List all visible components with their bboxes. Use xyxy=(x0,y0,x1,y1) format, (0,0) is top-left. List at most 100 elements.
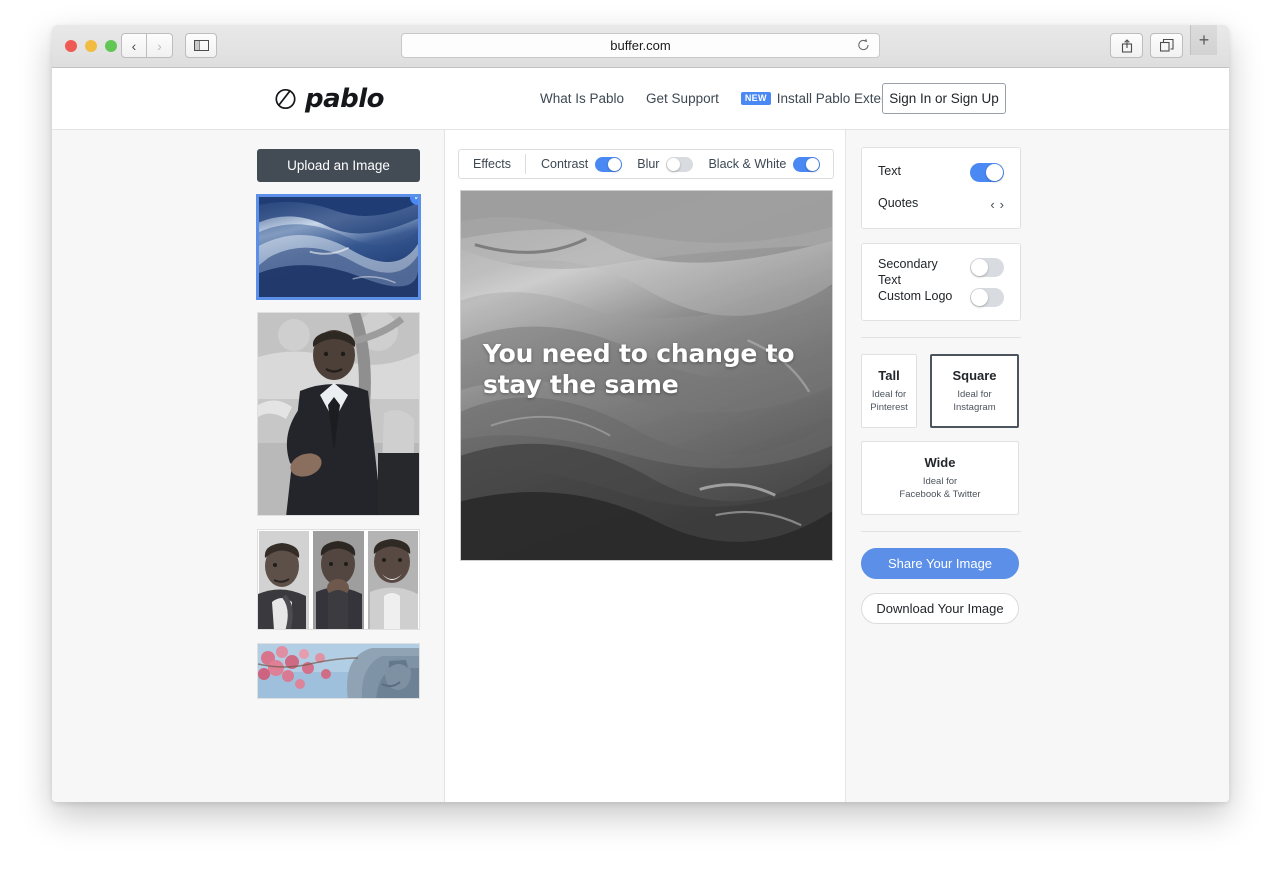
tabs-glyph xyxy=(1159,39,1174,52)
pablo-logo-text: pablo xyxy=(305,83,385,114)
secondary-options-labels: Secondary Text Custom Logo xyxy=(878,256,952,304)
url-text: buffer.com xyxy=(610,38,671,53)
effect-black-and-white[interactable]: Black & White xyxy=(708,156,821,172)
sidebar-glyph xyxy=(193,40,209,51)
share-glyph xyxy=(1121,38,1132,53)
effect-blur[interactable]: Blur xyxy=(637,156,694,172)
custom-logo-label: Custom Logo xyxy=(878,289,953,303)
thumbnail-mlk-triptych[interactable] xyxy=(257,529,420,630)
toggle-knob xyxy=(667,157,681,171)
effect-contrast-label: Contrast xyxy=(540,157,589,171)
size-options-row: Tall Ideal for Pinterest Square Ideal fo… xyxy=(861,354,1021,428)
text-label: Text xyxy=(878,164,901,179)
circle-slash-icon xyxy=(275,88,296,110)
thumbnail-image-mlk-portrait xyxy=(258,313,419,515)
thumbnail-mlk-portrait[interactable] xyxy=(257,312,420,516)
effect-contrast[interactable]: Contrast xyxy=(540,156,623,172)
text-toggle[interactable] xyxy=(970,162,1004,182)
effects-label: Effects xyxy=(473,154,526,174)
browser-toolbar-right: + xyxy=(1110,25,1217,58)
size-square-sub-line1: Ideal for xyxy=(957,388,992,400)
secondary-text-label-line1: Secondary xyxy=(878,257,938,271)
effect-blur-label: Blur xyxy=(637,157,660,171)
share-image-button[interactable]: Share Your Image xyxy=(861,548,1019,579)
share-icon[interactable] xyxy=(1110,33,1143,58)
quotes-row: Quotes ‹ › xyxy=(878,194,1004,214)
size-tall-subtitle: Ideal for Pinterest xyxy=(870,389,908,415)
effect-black-and-white-toggle[interactable] xyxy=(793,156,821,172)
size-square-sub-line2: Instagram xyxy=(953,401,996,413)
nav-what-is-pablo[interactable]: What Is Pablo xyxy=(540,91,624,106)
effect-contrast-toggle[interactable] xyxy=(595,156,623,172)
secondary-text-toggle[interactable] xyxy=(970,258,1004,277)
image-sidebar: Upload an Image ✓ xyxy=(52,130,444,802)
browser-navigation: ‹ › xyxy=(121,33,217,58)
new-tab-button[interactable]: + xyxy=(1190,25,1217,55)
options-panel-stack: Text Quotes ‹ › Secondary Text Custom Lo… xyxy=(861,147,1021,624)
thumbnail-ocean-waves[interactable]: ✓ xyxy=(257,195,420,299)
forward-icon[interactable]: › xyxy=(147,33,173,58)
new-badge: NEW xyxy=(740,92,771,105)
toggle-knob xyxy=(608,157,622,171)
text-toggle-row: Text xyxy=(878,162,1004,182)
size-square-subtitle: Ideal for Instagram xyxy=(953,389,995,415)
browser-titlebar: ‹ › buffer.com + xyxy=(52,25,1229,68)
custom-logo-toggle[interactable] xyxy=(970,288,1004,307)
text-options-card: Text Quotes ‹ › xyxy=(861,147,1021,229)
tabs-icon[interactable] xyxy=(1150,33,1183,58)
quotes-navigation: ‹ › xyxy=(990,197,1004,212)
app-body: Upload an Image ✓ xyxy=(52,130,1229,802)
address-bar[interactable]: buffer.com xyxy=(401,33,880,58)
size-wide-subtitle: Ideal for Facebook & Twitter xyxy=(899,476,980,502)
reload-icon[interactable] xyxy=(857,38,870,55)
toggle-knob xyxy=(986,163,1003,181)
quotes-label: Quotes xyxy=(878,196,919,211)
options-sidebar: Text Quotes ‹ › Secondary Text Custom Lo… xyxy=(846,130,1229,802)
close-window-button[interactable] xyxy=(65,40,77,52)
size-wide-sub-line2: Facebook & Twitter xyxy=(899,488,981,500)
sign-in-button[interactable]: Sign In or Sign Up xyxy=(882,83,1006,114)
nav-get-support[interactable]: Get Support xyxy=(646,91,719,106)
toggle-knob xyxy=(971,289,988,306)
size-tall-title: Tall xyxy=(878,367,900,383)
download-image-button[interactable]: Download Your Image xyxy=(861,593,1019,624)
sidebar-icon[interactable] xyxy=(185,33,217,58)
secondary-text-label-line2: Text xyxy=(878,273,901,287)
options-divider-top xyxy=(861,337,1021,338)
site-header: pablo What Is Pablo Get Support NEW Inst… xyxy=(52,68,1229,130)
canvas-quote-text[interactable]: You need to change to stay the same xyxy=(483,339,800,400)
pablo-logo-icon xyxy=(274,87,297,110)
maximize-window-button[interactable] xyxy=(105,40,117,52)
browser-window: ‹ › buffer.com + pablo What Is Pablo Get… xyxy=(52,25,1229,802)
image-canvas[interactable]: You need to change to stay the same xyxy=(460,190,833,561)
window-controls xyxy=(65,40,117,52)
quotes-prev-icon[interactable]: ‹ xyxy=(990,197,994,212)
effect-blur-toggle[interactable] xyxy=(666,156,694,172)
effects-toolbar: Effects Contrast Blur Black & White xyxy=(458,149,834,179)
options-divider-bottom xyxy=(861,531,1021,532)
size-square-title: Square xyxy=(952,367,997,383)
thumbnail-image-mlk-memorial xyxy=(258,644,419,698)
quotes-next-icon[interactable]: › xyxy=(1000,197,1004,212)
thumbnail-image-ocean xyxy=(259,197,418,297)
size-tall-sub-line1: Ideal for xyxy=(871,388,907,400)
toggle-knob xyxy=(806,157,820,171)
size-wide-title: Wide xyxy=(924,454,956,470)
size-option-wide[interactable]: Wide Ideal for Facebook & Twitter xyxy=(861,441,1019,515)
size-option-square[interactable]: Square Ideal for Instagram xyxy=(930,354,1019,428)
size-option-tall[interactable]: Tall Ideal for Pinterest xyxy=(861,354,917,428)
size-wide-sub-line1: Ideal for xyxy=(922,475,958,487)
reload-glyph xyxy=(858,38,869,51)
editor-canvas-column: Effects Contrast Blur Black & White You … xyxy=(444,130,846,802)
upload-image-button[interactable]: Upload an Image xyxy=(257,149,420,182)
effect-black-and-white-label: Black & White xyxy=(708,157,787,171)
secondary-options-row: Secondary Text Custom Logo xyxy=(878,256,1004,307)
pablo-logo[interactable]: pablo xyxy=(274,83,385,114)
thumbnail-mlk-memorial[interactable] xyxy=(257,643,420,699)
page-content: pablo What Is Pablo Get Support NEW Inst… xyxy=(52,68,1229,802)
size-tall-sub-line2: Pinterest xyxy=(870,401,908,413)
secondary-options-toggles xyxy=(970,256,1004,307)
back-icon[interactable]: ‹ xyxy=(121,33,147,58)
thumbnail-image-mlk-triptych xyxy=(258,530,419,629)
minimize-window-button[interactable] xyxy=(85,40,97,52)
